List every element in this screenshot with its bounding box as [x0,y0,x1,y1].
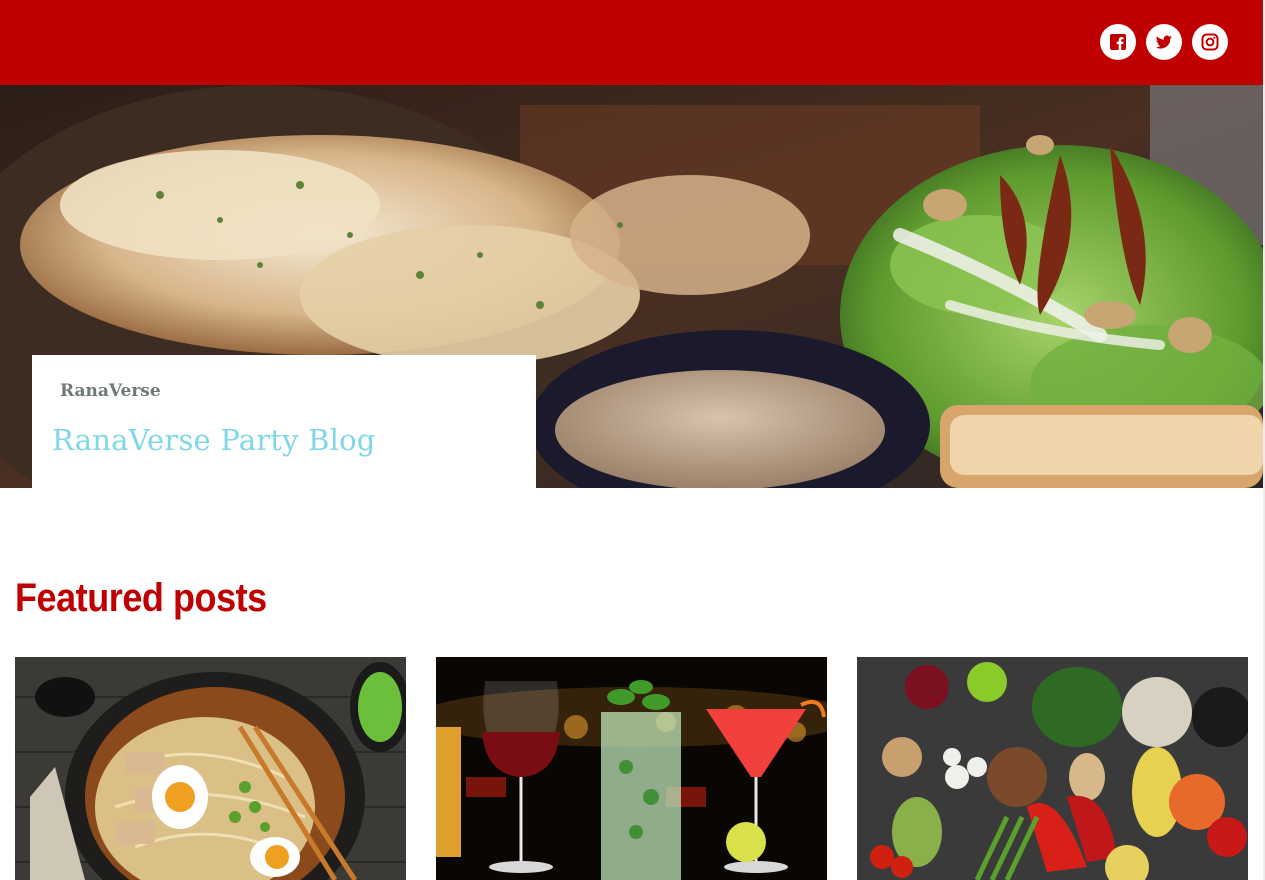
site-title-card: RanaVerse RanaVerse Party Blog [32,355,536,488]
featured-posts-heading: Featured posts [15,576,267,620]
facebook-icon [1109,33,1127,51]
vegetables-image [857,657,1248,880]
ramen-image [15,657,406,880]
featured-post-card[interactable] [857,657,1248,880]
instagram-link[interactable] [1192,24,1228,60]
site-header [0,0,1263,85]
site-name-link[interactable]: RanaVerse [60,381,161,401]
featured-post-card[interactable] [15,657,406,880]
instagram-icon [1201,33,1219,51]
featured-post-card[interactable] [436,657,827,880]
twitter-link[interactable] [1146,24,1182,60]
cocktails-image [436,657,827,880]
facebook-link[interactable] [1100,24,1136,60]
twitter-icon [1155,33,1173,51]
site-description: RanaVerse Party Blog [52,423,376,457]
